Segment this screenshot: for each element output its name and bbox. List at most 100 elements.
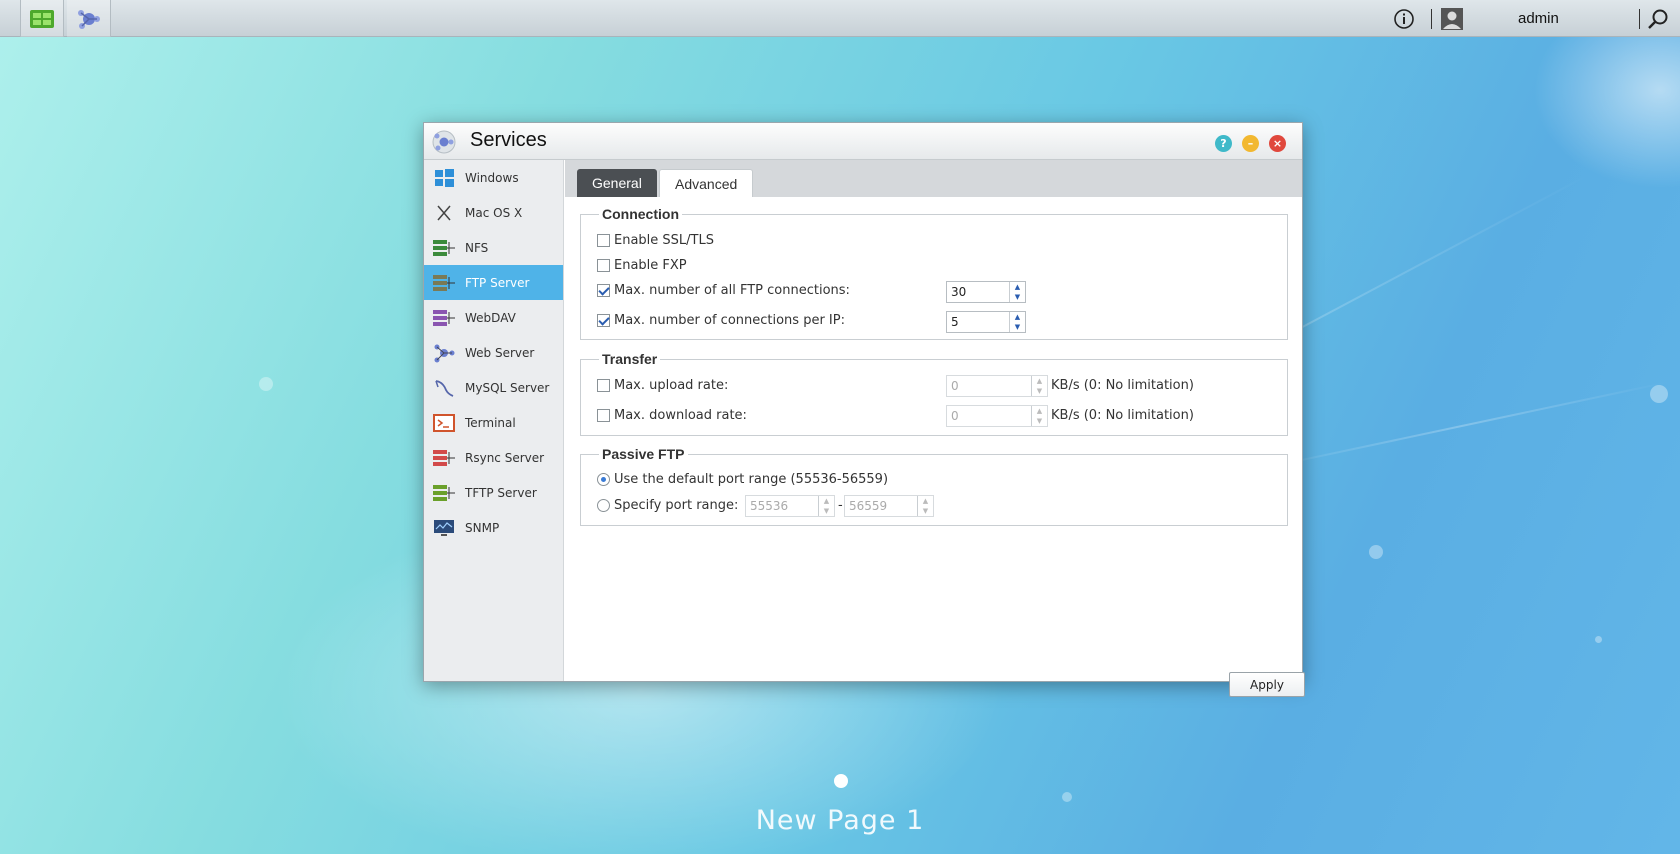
services-icon xyxy=(77,9,100,29)
default-port-range-row[interactable]: Use the default port range (55536-56559) xyxy=(597,472,888,487)
max-per-ip-row[interactable]: Max. number of connections per IP: xyxy=(597,313,845,328)
upload-rate-checkbox[interactable] xyxy=(597,379,610,392)
window-titlebar[interactable]: Services ? – × xyxy=(424,123,1302,160)
max-all-connections-label: Max. number of all FTP connections: xyxy=(614,283,850,298)
help-button[interactable]: ? xyxy=(1215,135,1232,152)
sidebar-item-label: Mac OS X xyxy=(465,205,523,220)
connection-group-title: Connection xyxy=(599,206,682,222)
download-rate-value[interactable]: 0 xyxy=(947,406,1031,426)
enable-fxp-row[interactable]: Enable FXP xyxy=(597,258,687,273)
sidebar-item-web-server[interactable]: Web Server xyxy=(424,335,563,370)
transfer-group: Transfer Max. upload rate: 0 ▲ ▼ KB/s (0:… xyxy=(580,351,1288,436)
enable-ssl-checkbox[interactable] xyxy=(597,234,610,247)
search-button[interactable] xyxy=(1647,0,1669,37)
search-icon xyxy=(1648,9,1668,29)
sidebar-item-snmp[interactable]: SNMP xyxy=(424,510,563,545)
sidebar-item-label: FTP Server xyxy=(465,275,530,290)
username-label[interactable]: admin xyxy=(1518,10,1559,27)
enable-ssl-row[interactable]: Enable SSL/TLS xyxy=(597,233,714,248)
specify-port-range-row[interactable]: Specify port range: xyxy=(597,498,738,513)
max-all-connections-stepper[interactable]: 30 ▲ ▼ xyxy=(946,281,1026,303)
services-icon xyxy=(432,130,456,154)
passive-ftp-group: Passive FTP Use the default port range (… xyxy=(580,446,1288,526)
sidebar-item-tftp-server[interactable]: TFTP Server xyxy=(424,475,563,510)
minimize-icon: – xyxy=(1247,137,1254,150)
sidebar-item-ftp-server[interactable]: FTP Server xyxy=(424,265,563,300)
window-title: Services xyxy=(470,129,547,151)
default-port-range-label: Use the default port range (55536-56559) xyxy=(614,472,889,487)
background-bubble xyxy=(1595,636,1602,643)
max-all-connections-row[interactable]: Max. number of all FTP connections: xyxy=(597,283,850,298)
max-per-ip-checkbox[interactable] xyxy=(597,314,610,327)
rsync-icon xyxy=(433,448,455,468)
connection-group: Connection Enable SSL/TLS Enable FXP Max… xyxy=(580,206,1288,340)
windows-icon xyxy=(433,168,455,188)
sidebar-item-terminal[interactable]: Terminal xyxy=(424,405,563,440)
tab-bar: General Advanced xyxy=(565,160,1302,197)
services-taskbar-button[interactable] xyxy=(67,0,111,37)
max-per-ip-value[interactable]: 5 xyxy=(947,312,1009,332)
close-button[interactable]: × xyxy=(1269,135,1286,152)
sidebar-item-label: Windows xyxy=(465,170,519,185)
sidebar-item-webdav[interactable]: WebDAV xyxy=(424,300,563,335)
upload-rate-value[interactable]: 0 xyxy=(947,376,1031,396)
max-all-connections-value[interactable]: 30 xyxy=(947,282,1009,302)
user-button[interactable] xyxy=(1440,0,1464,37)
specify-port-range-label: Specify port range: xyxy=(614,498,739,513)
info-button[interactable] xyxy=(1393,0,1415,37)
spin-down-icon[interactable]: ▼ xyxy=(819,506,834,516)
background-bubble xyxy=(1062,792,1072,802)
mysql-icon xyxy=(433,378,455,398)
tab-label: Advanced xyxy=(675,175,738,192)
spin-down-icon[interactable]: ▼ xyxy=(1010,292,1025,302)
default-port-range-radio[interactable] xyxy=(597,473,610,486)
spin-up-icon[interactable]: ▲ xyxy=(1032,376,1047,386)
page-indicator-dot[interactable] xyxy=(834,774,848,788)
download-rate-checkbox[interactable] xyxy=(597,409,610,422)
passive-ftp-group-title: Passive FTP xyxy=(599,446,688,462)
port-from-stepper[interactable]: 55536 ▲ ▼ xyxy=(745,495,835,517)
port-from-value[interactable]: 55536 xyxy=(746,496,818,516)
max-per-ip-stepper[interactable]: 5 ▲ ▼ xyxy=(946,311,1026,333)
spin-down-icon[interactable]: ▼ xyxy=(1032,416,1047,426)
sidebar-item-nfs[interactable]: NFS xyxy=(424,230,563,265)
sidebar-item-windows[interactable]: Windows xyxy=(424,160,563,195)
upload-rate-stepper[interactable]: 0 ▲ ▼ xyxy=(946,375,1048,397)
main-menu-button[interactable] xyxy=(20,0,64,37)
spin-up-icon[interactable]: ▲ xyxy=(1010,312,1025,322)
enable-fxp-label: Enable FXP xyxy=(614,258,687,273)
tab-general[interactable]: General xyxy=(577,169,657,197)
upload-rate-label: Max. upload rate: xyxy=(614,378,729,393)
user-icon xyxy=(1441,7,1463,30)
download-rate-unit: KB/s (0: No limitation) xyxy=(1051,408,1194,423)
spin-up-icon[interactable]: ▲ xyxy=(1010,282,1025,292)
sidebar-item-mac-os-x[interactable]: Mac OS X xyxy=(424,195,563,230)
enable-fxp-checkbox[interactable] xyxy=(597,259,610,272)
spin-up-icon[interactable]: ▲ xyxy=(1032,406,1047,416)
port-to-stepper[interactable]: 56559 ▲ ▼ xyxy=(844,495,934,517)
specify-port-range-radio[interactable] xyxy=(597,499,610,512)
sidebar-item-mysql-server[interactable]: MySQL Server xyxy=(424,370,563,405)
spin-up-icon[interactable]: ▲ xyxy=(918,496,933,506)
download-rate-row[interactable]: Max. download rate: xyxy=(597,408,747,423)
spin-down-icon[interactable]: ▼ xyxy=(1010,322,1025,332)
sidebar-item-rsync-server[interactable]: Rsync Server xyxy=(424,440,563,475)
background-light-streak xyxy=(1249,380,1671,472)
tab-advanced[interactable]: Advanced xyxy=(659,169,754,197)
sidebar-item-label: Web Server xyxy=(465,345,535,360)
spin-down-icon[interactable]: ▼ xyxy=(918,506,933,516)
minimize-button[interactable]: – xyxy=(1242,135,1259,152)
macos-icon xyxy=(433,203,455,223)
apply-button[interactable]: Apply xyxy=(1229,672,1305,697)
port-to-value[interactable]: 56559 xyxy=(845,496,917,516)
close-icon: × xyxy=(1272,137,1283,150)
download-rate-label: Max. download rate: xyxy=(614,408,747,423)
spin-up-icon[interactable]: ▲ xyxy=(819,496,834,506)
ftp-settings-panel: General Advanced Connection Enable SSL/T… xyxy=(565,160,1305,697)
max-all-connections-checkbox[interactable] xyxy=(597,284,610,297)
spin-down-icon[interactable]: ▼ xyxy=(1032,386,1047,396)
download-rate-stepper[interactable]: 0 ▲ ▼ xyxy=(946,405,1048,427)
desktop-page-label: New Page 1 xyxy=(755,805,925,836)
info-icon xyxy=(1394,8,1414,29)
upload-rate-row[interactable]: Max. upload rate: xyxy=(597,378,728,393)
